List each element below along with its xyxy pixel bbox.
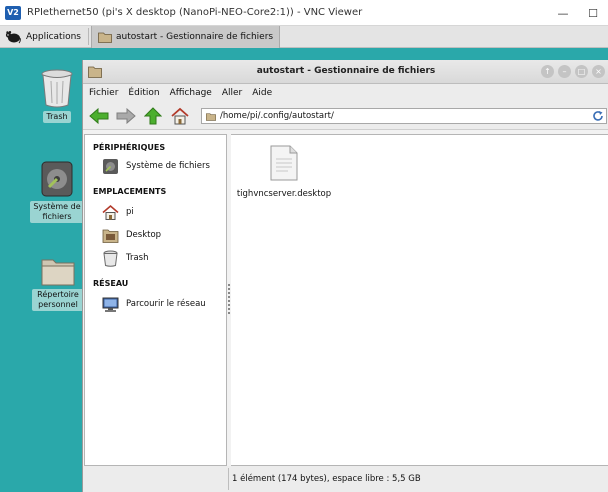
menubar: Fichier Édition Affichage Aller Aide	[83, 84, 608, 102]
sidebar-item-network[interactable]: Parcourir le réseau	[102, 295, 206, 313]
home-icon	[171, 107, 189, 125]
parent-folder-button[interactable]	[142, 106, 164, 126]
vnc-maximize-button[interactable]: ☐	[578, 0, 608, 26]
desktop-icon-home[interactable]: Répertoire personnel	[32, 256, 84, 311]
taskbar: Applications autostart - Gestionnaire de…	[0, 26, 608, 48]
folder-icon	[41, 259, 75, 286]
sidebar-header-places: EMPLACEMENTS	[93, 187, 167, 196]
statusbar: 1 élément (174 bytes), espace libre : 5,…	[83, 466, 608, 492]
arrow-up-icon	[144, 107, 162, 125]
menu-aller[interactable]: Aller	[222, 88, 242, 98]
applications-menu-button[interactable]: Applications	[0, 26, 86, 48]
window-close-button[interactable]: ×	[592, 65, 605, 78]
status-text: 1 élément (174 bytes), espace libre : 5,…	[232, 474, 421, 484]
network-icon	[102, 297, 119, 312]
toolbar: /home/pi/.config/autostart/	[83, 102, 608, 130]
desktop: Trash Système de fichiers Répertoire per…	[0, 48, 608, 492]
window-minimize-button[interactable]: –	[558, 65, 571, 78]
sidebar-item-pi[interactable]: pi	[102, 203, 134, 221]
window-titlebar[interactable]: autostart - Gestionnaire de fichiers ↑ –…	[83, 60, 608, 84]
applications-label: Applications	[26, 32, 81, 42]
file-manager-window: autostart - Gestionnaire de fichiers ↑ –…	[82, 60, 608, 492]
desktop-icon-label: Répertoire personnel	[32, 289, 84, 311]
desktop-icon-label: Système de fichiers	[30, 201, 84, 223]
home-button[interactable]	[169, 106, 191, 126]
arrow-right-icon	[116, 108, 136, 124]
desktop-folder-icon	[102, 229, 119, 243]
menu-fichier[interactable]: Fichier	[89, 88, 118, 98]
trash-icon	[103, 250, 118, 267]
trash-icon	[41, 69, 73, 108]
home-icon	[102, 204, 119, 220]
location-path: /home/pi/.config/autostart/	[220, 111, 334, 121]
forward-button[interactable]	[115, 106, 137, 126]
side-pane: PÉRIPHÉRIQUES Système de fichiers EMPLAC…	[84, 134, 227, 466]
file-view: tighvncserver.desktop	[231, 134, 608, 466]
sidebar-header-network: RÉSEAU	[93, 279, 129, 288]
vnc-logo-icon: V2	[5, 5, 21, 20]
vnc-titlebar: V2 RPIethernet50 (pi's X desktop (NanoPi…	[0, 0, 608, 26]
file-item[interactable]: tighvncserver.desktop	[236, 145, 332, 199]
location-bar[interactable]: /home/pi/.config/autostart/	[201, 108, 607, 124]
desktop-icon-filesystem[interactable]: Système de fichiers	[30, 160, 84, 223]
folder-icon	[206, 112, 216, 121]
taskbar-separator	[87, 28, 89, 45]
window-title: autostart - Gestionnaire de fichiers	[256, 66, 436, 76]
sidebar-item-label: Trash	[126, 253, 149, 263]
sidebar-item-desktop[interactable]: Desktop	[102, 226, 161, 244]
sidebar-header-devices: PÉRIPHÉRIQUES	[93, 143, 166, 152]
drive-icon	[41, 161, 73, 197]
folder-icon	[98, 32, 112, 43]
menu-affichage[interactable]: Affichage	[170, 88, 212, 98]
menu-aide[interactable]: Aide	[252, 88, 272, 98]
sidebar-item-label: Système de fichiers	[126, 161, 210, 171]
sidebar-item-trash[interactable]: Trash	[102, 249, 148, 267]
sidebar-item-label: Desktop	[126, 230, 162, 240]
vnc-minimize-button[interactable]: —	[548, 0, 578, 26]
xfce-mouse-icon	[5, 31, 21, 44]
refresh-icon[interactable]	[592, 110, 604, 122]
arrow-left-icon	[89, 108, 109, 124]
drive-icon	[103, 158, 118, 174]
taskbar-window-item[interactable]: autostart - Gestionnaire de fichiers	[90, 26, 281, 48]
taskbar-window-label: autostart - Gestionnaire de fichiers	[115, 32, 274, 42]
sidebar-item-filesystem[interactable]: Système de fichiers	[102, 157, 210, 175]
menu-edition[interactable]: Édition	[128, 88, 159, 98]
file-name: tighvncserver.desktop	[236, 189, 332, 199]
back-button[interactable]	[88, 106, 110, 126]
window-up-button[interactable]: ↑	[541, 65, 554, 78]
vnc-window-title: RPIethernet50 (pi's X desktop (NanoPi-NE…	[27, 7, 363, 18]
document-icon	[270, 145, 298, 181]
desktop-icon-trash[interactable]: Trash	[40, 68, 74, 123]
desktop-icon-label: Trash	[43, 111, 71, 123]
statusbar-divider	[228, 468, 229, 490]
window-maximize-button[interactable]: □	[575, 65, 588, 78]
sidebar-item-label: pi	[126, 207, 134, 217]
sidebar-item-label: Parcourir le réseau	[126, 299, 206, 309]
